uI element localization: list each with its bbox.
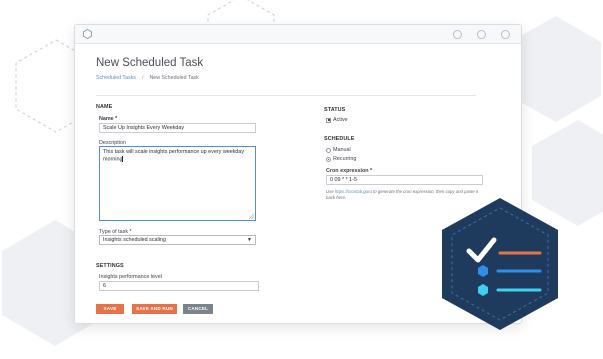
manual-radio[interactable] (326, 147, 331, 153)
cancel-button[interactable]: CANCEL (183, 304, 213, 314)
recurring-label: Recurring (333, 156, 357, 162)
resize-grip-icon[interactable] (249, 214, 254, 219)
stage: New Scheduled Task Scheduled Tasks / New S… (0, 0, 603, 359)
section-heading-settings: SETTINGS (96, 263, 124, 269)
schedule-option-manual[interactable]: Manual (326, 147, 351, 153)
performance-level-input[interactable]: 6 (99, 281, 259, 291)
type-of-task-value: Insights scheduled scaling (103, 237, 166, 243)
divider (96, 95, 476, 96)
window-titlebar (75, 25, 521, 44)
page-title: New Scheduled Task (96, 57, 204, 69)
cron-hint-prefix: Use (326, 189, 334, 194)
window-control-circle[interactable] (477, 30, 486, 39)
performance-level-label: Insights performance level (99, 274, 162, 280)
name-input[interactable]: Scale Up Insights Every Weekday (99, 123, 256, 133)
hexagon-icon (83, 29, 92, 39)
manual-label: Manual (333, 147, 351, 153)
checklist-badge-icon (442, 198, 558, 330)
window-control-circle[interactable] (501, 30, 510, 39)
breadcrumb-current: New Scheduled Task (149, 75, 199, 81)
save-button[interactable]: SAVE (96, 304, 124, 314)
dropdown-arrow-icon: ▼ (247, 237, 252, 243)
breadcrumb: Scheduled Tasks / New Scheduled Task (96, 75, 199, 81)
background-hexagon-right (510, 16, 601, 122)
cron-expression-label: Cron expression * (326, 168, 373, 174)
section-heading-name: NAME (96, 104, 113, 110)
active-checkbox-row[interactable]: Active (326, 117, 348, 123)
section-heading-status: STATUS (324, 107, 346, 113)
text-caret (122, 156, 124, 162)
recurring-radio[interactable] (326, 156, 331, 162)
cron-expression-input[interactable]: 0 09 * * 1-5 (326, 175, 483, 185)
type-of-task-select[interactable]: Insights scheduled scaling ▼ (99, 235, 256, 245)
window-control-circle[interactable] (453, 30, 462, 39)
description-textarea[interactable]: This task will scale insights performanc… (99, 146, 256, 221)
schedule-option-recurring[interactable]: Recurring (326, 156, 356, 162)
section-heading-schedule: SCHEDULE (324, 136, 355, 142)
description-text: This task will scale insights performanc… (103, 149, 245, 163)
active-label: Active (333, 117, 348, 123)
breadcrumb-separator: / (141, 75, 144, 81)
save-and-run-button[interactable]: SAVE AND RUN (132, 304, 177, 314)
breadcrumb-link-scheduled-tasks[interactable]: Scheduled Tasks (96, 75, 136, 81)
name-label: Name * (99, 116, 118, 122)
active-checkbox[interactable] (326, 117, 331, 123)
crontab-guru-link[interactable]: https://crontab.guru (335, 189, 372, 194)
